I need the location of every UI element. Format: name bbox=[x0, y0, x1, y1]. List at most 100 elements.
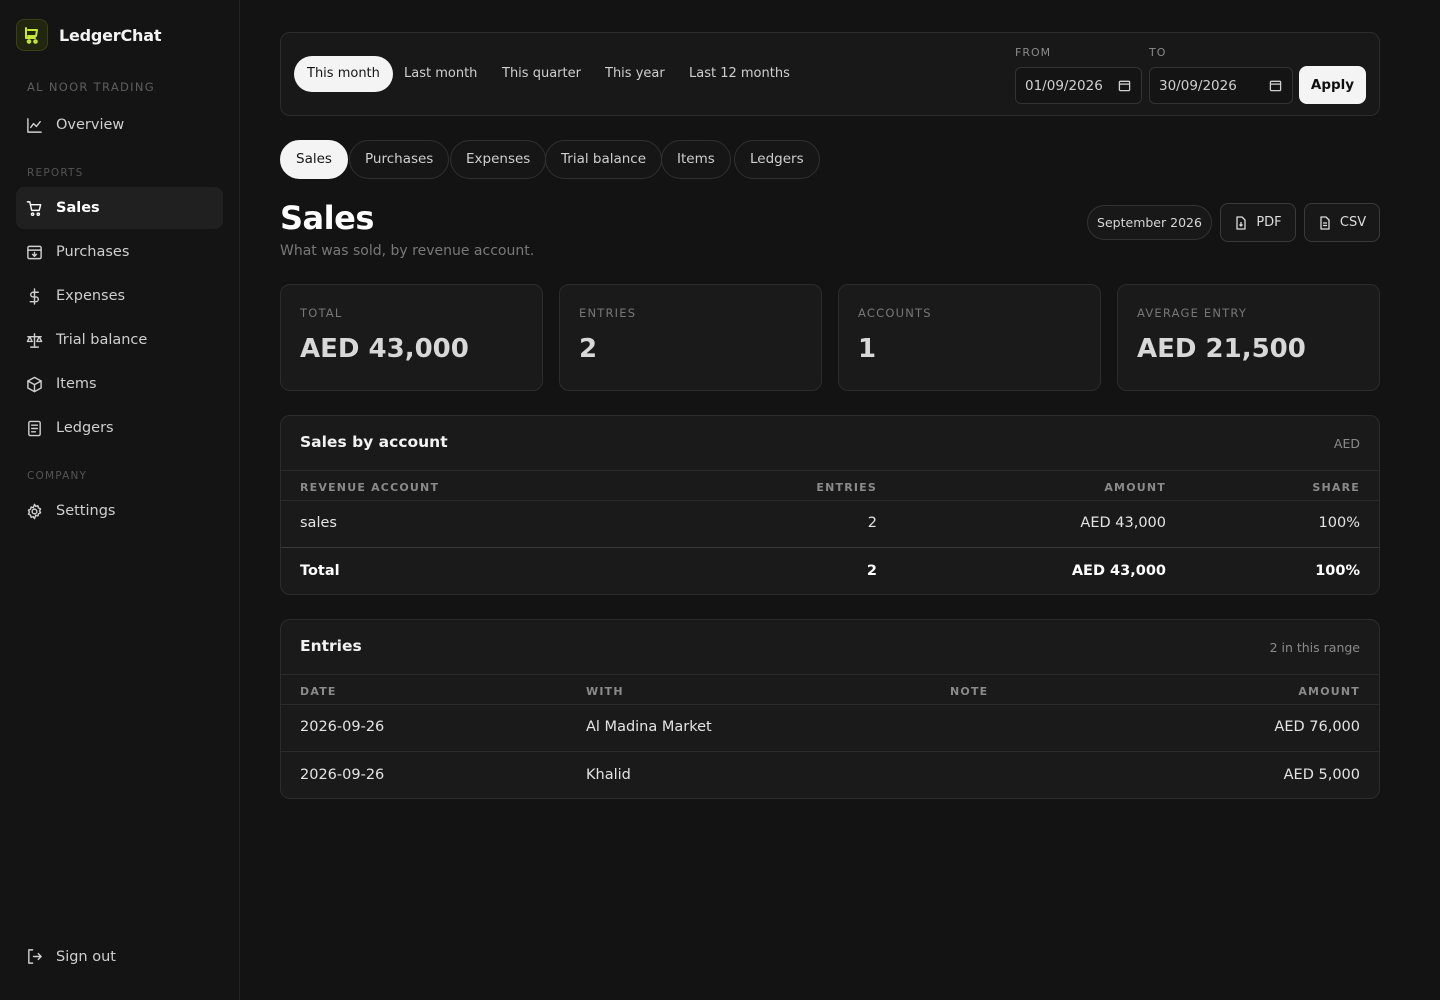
sidebar: LedgerChat AL NOOR TRADING Overview REPO… bbox=[0, 0, 240, 1000]
amount-cell: AED 43,000 bbox=[1080, 515, 1166, 531]
tab-trial-balance[interactable]: Trial balance bbox=[545, 140, 663, 179]
column-header: AMOUNT bbox=[1104, 481, 1166, 494]
sidebar-item-label: Overview bbox=[56, 117, 125, 133]
box-in-icon bbox=[27, 245, 42, 259]
panel-title: Entries bbox=[300, 637, 362, 655]
brand[interactable]: LedgerChat bbox=[16, 19, 161, 51]
sidebar-item-trial-balance[interactable]: Trial balance bbox=[16, 319, 223, 361]
export-csv-label: CSV bbox=[1339, 215, 1367, 230]
sidebar-item-purchases[interactable]: Purchases bbox=[16, 231, 223, 273]
file-text-icon bbox=[1320, 215, 1330, 230]
total-amount: AED 43,000 bbox=[1071, 563, 1166, 579]
column-header: REVENUE ACCOUNT bbox=[300, 481, 440, 494]
sidebar-item-label: Settings bbox=[56, 503, 116, 519]
organization-name: AL NOOR TRADING bbox=[27, 80, 155, 94]
period-badge: September 2026 bbox=[1087, 205, 1212, 240]
stat-label: ACCOUNTS bbox=[858, 306, 932, 320]
column-header: ENTRIES bbox=[816, 481, 877, 494]
to-date-value: 30/09/2026 bbox=[1159, 77, 1237, 94]
entries-cell: 2 bbox=[867, 515, 877, 531]
table-total-row: Total 2 AED 43,000 100% bbox=[281, 547, 1379, 594]
entries-panel: Entries 2 in this range DATE WITH NOTE A… bbox=[280, 619, 1380, 799]
stat-value: AED 21,500 bbox=[1137, 334, 1306, 364]
sales-by-account-panel: Sales by account AED REVENUE ACCOUNT ENT… bbox=[280, 415, 1380, 595]
sidebar-item-label: Sales bbox=[56, 200, 100, 216]
stat-card-average-entry: AVERAGE ENTRY AED 21,500 bbox=[1117, 284, 1380, 391]
currency-label: AED bbox=[1333, 436, 1360, 451]
sidebar-item-sales[interactable]: Sales bbox=[16, 187, 223, 229]
sign-out-icon bbox=[28, 949, 42, 964]
date-cell: 2026-09-26 bbox=[300, 767, 385, 783]
apply-button[interactable]: Apply bbox=[1299, 66, 1366, 104]
from-label: FROM bbox=[1015, 46, 1052, 59]
sign-out-label: Sign out bbox=[56, 948, 116, 965]
sidebar-item-label: Purchases bbox=[56, 244, 130, 260]
date-cell: 2026-09-26 bbox=[300, 719, 385, 735]
range-this-month[interactable]: This month bbox=[294, 56, 393, 92]
gear-icon bbox=[27, 503, 42, 519]
stat-value: 1 bbox=[858, 334, 877, 364]
sidebar-item-expenses[interactable]: Expenses bbox=[16, 275, 223, 317]
tab-expenses[interactable]: Expenses bbox=[450, 140, 547, 179]
table-header-row: REVENUE ACCOUNT ENTRIES AMOUNT SHARE bbox=[281, 470, 1379, 500]
column-header: AMOUNT bbox=[1298, 685, 1360, 698]
cube-icon bbox=[27, 376, 42, 392]
range-this-quarter[interactable]: This quarter bbox=[489, 56, 594, 92]
dollar-icon bbox=[29, 287, 39, 305]
cart-icon bbox=[26, 200, 42, 216]
section-label-company: COMPANY bbox=[27, 470, 88, 482]
stat-value: AED 43,000 bbox=[300, 334, 469, 364]
sign-out-button[interactable]: Sign out bbox=[26, 948, 116, 965]
export-csv-button[interactable]: CSV bbox=[1304, 203, 1380, 242]
total-share: 100% bbox=[1315, 563, 1360, 579]
table-header-row: DATE WITH NOTE AMOUNT bbox=[281, 674, 1379, 704]
entries-count: 2 in this range bbox=[1269, 640, 1360, 655]
book-icon bbox=[28, 420, 41, 436]
tab-items[interactable]: Items bbox=[661, 140, 731, 179]
tab-ledgers[interactable]: Ledgers bbox=[734, 140, 820, 179]
tab-purchases[interactable]: Purchases bbox=[349, 140, 450, 179]
sidebar-item-settings[interactable]: Settings bbox=[16, 490, 223, 532]
with-cell: Al Madina Market bbox=[586, 719, 712, 735]
sidebar-item-label: Trial balance bbox=[56, 332, 148, 348]
share-cell: 100% bbox=[1318, 515, 1360, 531]
to-date-input[interactable]: 30/09/2026 bbox=[1149, 67, 1293, 104]
amount-cell: AED 76,000 bbox=[1274, 719, 1360, 735]
section-label-reports: REPORTS bbox=[27, 167, 84, 179]
from-date-value: 01/09/2026 bbox=[1025, 77, 1103, 94]
table-row[interactable]: 2026-09-26 Khalid AED 5,000 bbox=[281, 751, 1379, 798]
stat-card-accounts: ACCOUNTS 1 bbox=[838, 284, 1101, 391]
range-last-12-months[interactable]: Last 12 months bbox=[676, 56, 803, 92]
column-header: NOTE bbox=[950, 685, 989, 698]
table-row[interactable]: 2026-09-26 Al Madina Market AED 76,000 bbox=[281, 704, 1379, 751]
sidebar-item-ledgers[interactable]: Ledgers bbox=[16, 407, 223, 449]
range-this-year[interactable]: This year bbox=[592, 56, 678, 92]
brand-logo-icon bbox=[16, 19, 48, 51]
to-label: TO bbox=[1149, 46, 1167, 59]
sidebar-item-items[interactable]: Items bbox=[16, 363, 223, 405]
table-row: sales 2 AED 43,000 100% bbox=[281, 500, 1379, 547]
with-cell: Khalid bbox=[586, 767, 631, 783]
column-header: DATE bbox=[300, 685, 337, 698]
scale-icon bbox=[26, 332, 43, 348]
stat-card-total: TOTAL AED 43,000 bbox=[280, 284, 543, 391]
brand-name: LedgerChat bbox=[59, 25, 162, 45]
stat-value: 2 bbox=[579, 334, 598, 364]
sidebar-item-label: Expenses bbox=[56, 288, 126, 304]
sidebar-item-label: Ledgers bbox=[56, 420, 114, 436]
stat-label: AVERAGE ENTRY bbox=[1137, 306, 1248, 320]
range-last-month[interactable]: Last month bbox=[391, 56, 490, 92]
tab-sales[interactable]: Sales bbox=[280, 140, 348, 179]
page-subtitle: What was sold, by revenue account. bbox=[280, 243, 535, 259]
file-download-icon bbox=[1236, 215, 1246, 230]
export-pdf-button[interactable]: PDF bbox=[1220, 203, 1296, 242]
stat-label: TOTAL bbox=[300, 306, 343, 320]
page-title: Sales bbox=[280, 199, 374, 237]
column-header: SHARE bbox=[1312, 481, 1360, 494]
sidebar-item-overview[interactable]: Overview bbox=[16, 104, 223, 146]
sidebar-item-label: Items bbox=[56, 376, 97, 392]
stat-card-entries: ENTRIES 2 bbox=[559, 284, 822, 391]
from-date-input[interactable]: 01/09/2026 bbox=[1015, 67, 1142, 104]
column-header: WITH bbox=[586, 685, 624, 698]
account-cell: sales bbox=[300, 515, 337, 531]
